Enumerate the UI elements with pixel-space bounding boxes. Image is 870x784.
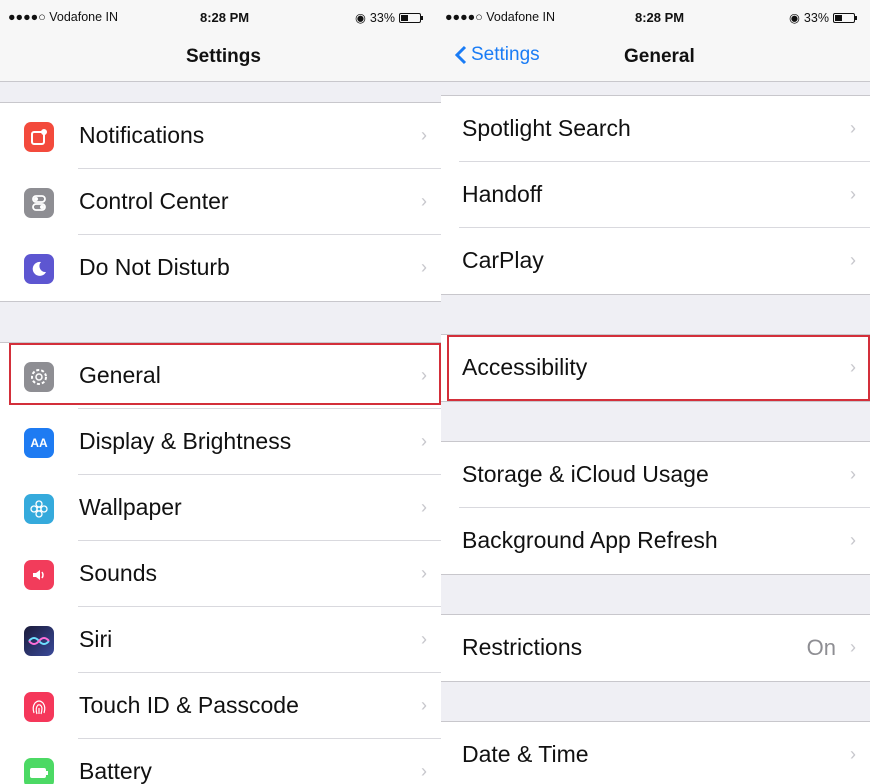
- battery-level-icon: [398, 12, 423, 23]
- battery-status: ◉ 33%: [355, 10, 423, 25]
- row-label: Notifications: [79, 122, 205, 148]
- general-highlight-box: [9, 343, 441, 405]
- row-label: Battery: [79, 758, 152, 784]
- display-brightness-icon: AA: [24, 428, 54, 458]
- chevron-right-icon: ›: [421, 257, 427, 277]
- accessibility-highlight-box: [447, 335, 870, 401]
- row-label: Handoff: [462, 181, 543, 207]
- general-row-spotlight-search[interactable]: Spotlight Search ›: [441, 96, 870, 162]
- control-center-icon: [24, 188, 54, 218]
- page-title: General: [624, 46, 695, 67]
- carrier-label: ●●●●○ Vodafone IN: [445, 10, 556, 24]
- general-row-date-time[interactable]: Date & Time ›: [441, 722, 870, 784]
- general-row-storage-icloud[interactable]: Storage & iCloud Usage ›: [441, 442, 870, 508]
- moon-icon: [24, 254, 54, 284]
- general-row-carplay[interactable]: CarPlay ›: [441, 228, 870, 294]
- chevron-right-icon: ›: [421, 695, 427, 715]
- row-label: Wallpaper: [79, 494, 182, 520]
- chevron-right-icon: ›: [850, 637, 856, 657]
- back-button[interactable]: Settings: [455, 44, 540, 66]
- status-bar: ●●●●○ Vodafone IN 8:28 PM ◉ 33%: [441, 0, 870, 34]
- chevron-right-icon: ›: [850, 118, 856, 138]
- settings-row-control-center[interactable]: Control Center ›: [0, 169, 441, 235]
- row-label: Do Not Disturb: [79, 254, 230, 280]
- nav-bar: Settings: [0, 34, 441, 82]
- speaker-icon: [24, 560, 54, 590]
- chevron-right-icon: ›: [850, 250, 856, 270]
- fingerprint-icon: [24, 692, 54, 722]
- row-label: Touch ID & Passcode: [79, 692, 299, 718]
- orientation-lock-icon: ◉: [789, 11, 800, 25]
- row-label: Background App Refresh: [462, 527, 718, 553]
- battery-level-icon: [832, 12, 857, 23]
- nav-bar: Settings General: [441, 34, 870, 82]
- notifications-icon: [24, 122, 54, 152]
- settings-group-1: Notifications › Control Center › Do Not …: [0, 102, 441, 302]
- restrictions-value: On: [806, 635, 836, 660]
- row-label: Siri: [79, 626, 113, 652]
- general-group-4: Restrictions On ›: [441, 614, 870, 682]
- chevron-right-icon: ›: [850, 464, 856, 484]
- settings-group-2: General › AA Display & Brightness › Wall…: [0, 342, 441, 784]
- clock: 8:28 PM: [200, 10, 250, 25]
- row-label: CarPlay: [462, 247, 544, 273]
- settings-row-display-brightness[interactable]: AA Display & Brightness ›: [0, 409, 441, 475]
- back-label: Settings: [471, 44, 540, 65]
- wallpaper-icon: [24, 494, 54, 524]
- general-row-handoff[interactable]: Handoff ›: [441, 162, 870, 228]
- settings-row-notifications[interactable]: Notifications ›: [0, 103, 441, 169]
- status-bar: ●●●●○ Vodafone IN 8:28 PM ◉ 33%: [0, 0, 441, 34]
- siri-icon: [24, 626, 54, 656]
- general-group-5: Date & Time ›: [441, 721, 870, 784]
- settings-row-do-not-disturb[interactable]: Do Not Disturb ›: [0, 235, 441, 301]
- general-group-1: Spotlight Search › Handoff › CarPlay ›: [441, 95, 870, 295]
- row-label: Sounds: [79, 560, 158, 586]
- orientation-lock-icon: ◉: [355, 11, 366, 25]
- settings-row-battery[interactable]: Battery ›: [0, 739, 441, 784]
- chevron-right-icon: ›: [421, 761, 427, 781]
- row-label: Display & Brightness: [79, 428, 292, 454]
- chevron-right-icon: ›: [850, 184, 856, 204]
- settings-row-siri[interactable]: Siri ›: [0, 607, 441, 673]
- row-label: Spotlight Search: [462, 115, 631, 141]
- carrier-label: ●●●●○ Vodafone IN: [8, 10, 119, 24]
- battery-status: ◉ 33%: [789, 10, 857, 25]
- chevron-right-icon: ›: [421, 629, 427, 649]
- row-label: Date & Time: [462, 741, 589, 767]
- general-screen: ●●●●○ Vodafone IN 8:28 PM ◉ 33% Settings…: [441, 0, 870, 784]
- chevron-right-icon: ›: [421, 191, 427, 211]
- settings-screen: ●●●●○ Vodafone IN 8:28 PM ◉ 33% Settings…: [0, 0, 441, 784]
- settings-row-touch-id[interactable]: Touch ID & Passcode ›: [0, 673, 441, 739]
- chevron-left-icon: [455, 45, 467, 65]
- row-label: Restrictions: [462, 634, 583, 660]
- chevron-right-icon: ›: [850, 530, 856, 550]
- general-row-background-app-refresh[interactable]: Background App Refresh ›: [441, 508, 870, 574]
- settings-row-wallpaper[interactable]: Wallpaper ›: [0, 475, 441, 541]
- general-row-restrictions[interactable]: Restrictions On ›: [441, 615, 870, 681]
- clock: 8:28 PM: [635, 10, 685, 25]
- row-label: Storage & iCloud Usage: [462, 461, 709, 487]
- chevron-right-icon: ›: [421, 125, 427, 145]
- battery-icon: [24, 758, 54, 784]
- chevron-right-icon: ›: [421, 431, 427, 451]
- page-title: Settings: [186, 46, 261, 67]
- battery-percentage: 33%: [803, 10, 829, 25]
- chevron-right-icon: ›: [850, 744, 856, 764]
- row-label: Control Center: [79, 188, 229, 214]
- chevron-right-icon: ›: [421, 563, 427, 583]
- chevron-right-icon: ›: [421, 497, 427, 517]
- battery-percentage: 33%: [369, 10, 395, 25]
- general-group-3: Storage & iCloud Usage › Background App …: [441, 441, 870, 575]
- settings-row-sounds[interactable]: Sounds ›: [0, 541, 441, 607]
